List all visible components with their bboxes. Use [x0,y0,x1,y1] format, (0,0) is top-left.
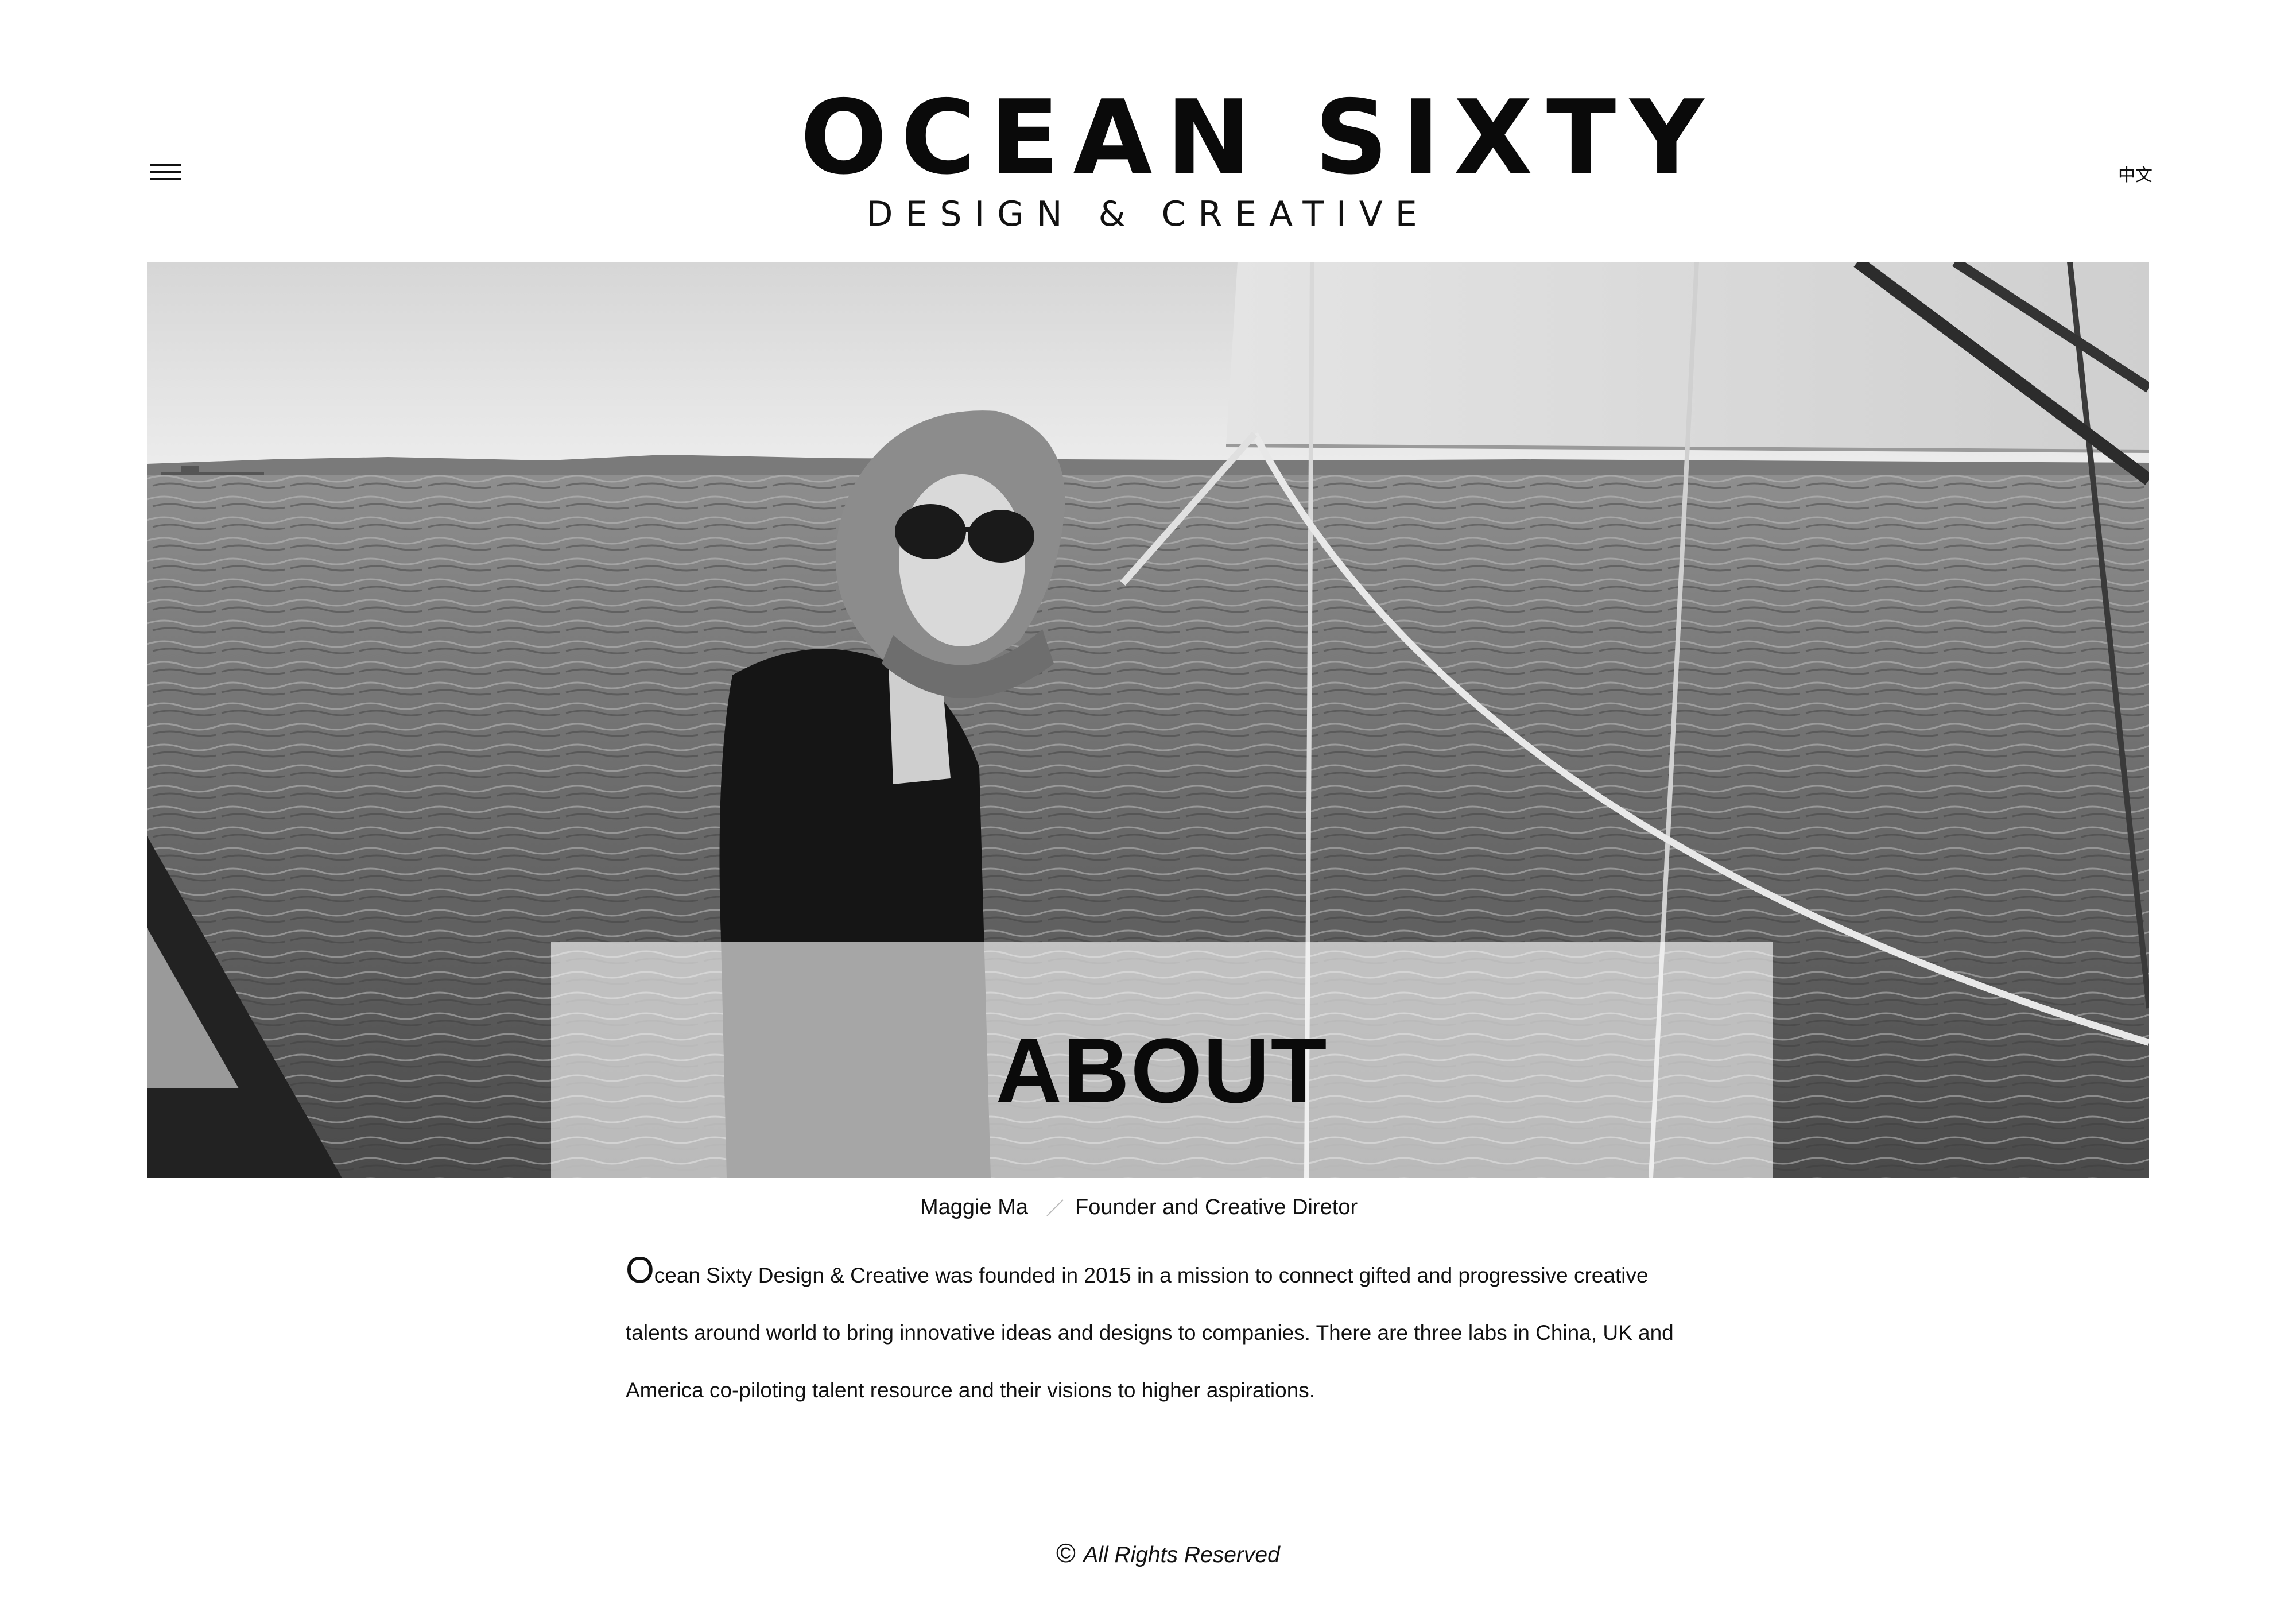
separator-slash-icon [1046,1199,1064,1216]
hero-photo: ABOUT [147,262,2149,1178]
logo-title: OCEAN SIXTY [800,78,1718,197]
logo-subtitle: DESIGN & CREATIVE [866,194,1430,234]
hamburger-menu-icon [150,164,181,166]
footer-text: All Rights Reserved [1083,1543,1280,1567]
founder-name: Maggie Ma [920,1195,1028,1219]
founder-role: Founder and Creative Diretor [1075,1195,1358,1219]
page-heading: ABOUT [995,1019,1328,1122]
hamburger-menu-button[interactable] [150,164,181,181]
intro-drop-cap: O [626,1249,654,1291]
site-logo[interactable]: OCEAN SIXTY DESIGN & CREATIVE [792,78,1718,235]
intro-text: cean Sixty Design & Creative was founded… [626,1264,1674,1402]
about-intro-paragraph: Ocean Sixty Design & Creative was founde… [626,1247,1682,1419]
about-heading-panel: ABOUT [551,942,1773,1178]
menu-icon-bar [150,171,181,173]
language-switch-link[interactable]: 中文 [2118,161,2152,186]
menu-icon-bar [150,178,181,180]
photo-caption: Maggie Ma Founder and Creative Diretor [918,1193,1378,1222]
copyright-icon: © [1056,1538,1076,1568]
footer-copyright: © All Rights Reserved [1056,1539,1343,1570]
